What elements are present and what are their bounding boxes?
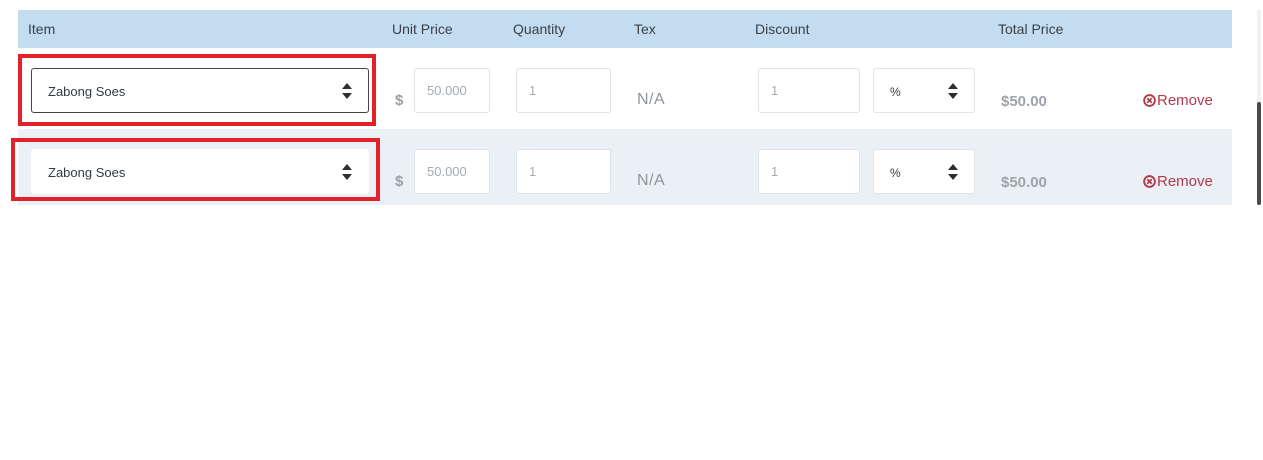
remove-button[interactable]: Remove bbox=[1143, 173, 1213, 190]
header-total-price: Total Price bbox=[998, 21, 1064, 37]
total-price-value: $50.00 bbox=[1001, 93, 1047, 110]
discount-type-select[interactable]: % bbox=[873, 68, 975, 113]
header-item: Item bbox=[28, 21, 56, 37]
circle-x-icon bbox=[1143, 94, 1156, 107]
discount-type-select[interactable]: % bbox=[873, 149, 975, 194]
highlight-box bbox=[18, 54, 376, 126]
header-discount: Discount bbox=[755, 21, 810, 37]
updown-icon bbox=[948, 83, 958, 99]
quantity-input[interactable]: 1 bbox=[516, 68, 611, 113]
updown-icon bbox=[948, 164, 958, 180]
currency-symbol: $ bbox=[395, 173, 404, 190]
discount-type-value: % bbox=[890, 85, 901, 99]
discount-type-value: % bbox=[890, 166, 901, 180]
unit-price-input[interactable]: 50.000 bbox=[414, 68, 490, 113]
quantity-input[interactable]: 1 bbox=[516, 149, 611, 194]
header-unit-price: Unit Price bbox=[392, 21, 453, 37]
total-price-value: $50.00 bbox=[1001, 174, 1047, 191]
header-quantity: Quantity bbox=[513, 21, 566, 37]
currency-symbol: $ bbox=[395, 92, 404, 109]
table-header: Item Unit Price Quantity Tex Discount To… bbox=[18, 10, 1232, 48]
unit-price-input[interactable]: 50.000 bbox=[414, 149, 490, 194]
discount-input[interactable]: 1 bbox=[758, 68, 860, 113]
header-tax: Tex bbox=[634, 21, 656, 37]
circle-x-icon bbox=[1143, 175, 1156, 188]
tax-value: N/A bbox=[637, 91, 666, 108]
discount-input[interactable]: 1 bbox=[758, 149, 860, 194]
remove-button[interactable]: Remove bbox=[1143, 92, 1213, 109]
highlight-box bbox=[11, 138, 380, 201]
page: Item Unit Price Quantity Tex Discount To… bbox=[0, 0, 1263, 460]
tax-value: N/A bbox=[637, 172, 666, 189]
remove-label: Remove bbox=[1157, 92, 1213, 109]
remove-label: Remove bbox=[1157, 173, 1213, 190]
scrollbar-thumb[interactable] bbox=[1257, 102, 1261, 205]
